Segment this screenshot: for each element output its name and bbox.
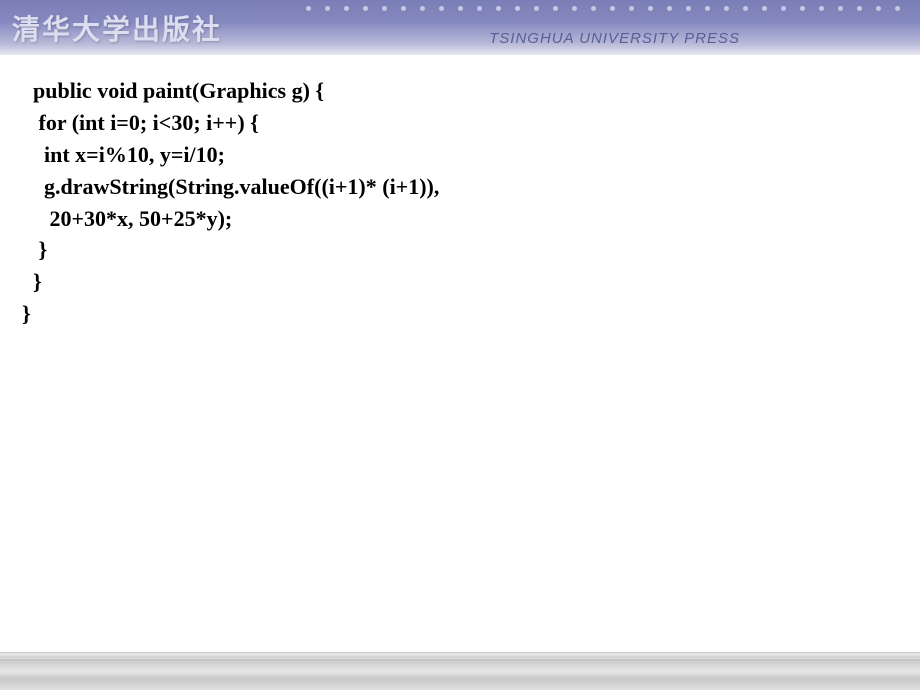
slide-footer (0, 652, 920, 690)
code-line: } (22, 266, 900, 298)
publisher-logo: 清华大学出版社 (12, 8, 222, 48)
code-line: } (22, 234, 900, 266)
code-line: for (int i=0; i<30; i++) { (22, 107, 900, 139)
publisher-subtitle: TSINGHUA UNIVERSITY PRESS (489, 30, 740, 47)
header-decoration-dots (306, 6, 900, 11)
slide-header: 清华大学出版社 TSINGHUA UNIVERSITY PRESS (0, 0, 920, 55)
slide-content: public void paint(Graphics g) { for (int… (0, 55, 920, 330)
code-line: g.drawString(String.valueOf((i+1)* (i+1)… (22, 171, 900, 203)
code-line: 20+30*x, 50+25*y); (22, 203, 900, 235)
code-line: } (22, 298, 900, 330)
code-line: public void paint(Graphics g) { (22, 75, 900, 107)
code-line: int x=i%10, y=i/10; (22, 139, 900, 171)
